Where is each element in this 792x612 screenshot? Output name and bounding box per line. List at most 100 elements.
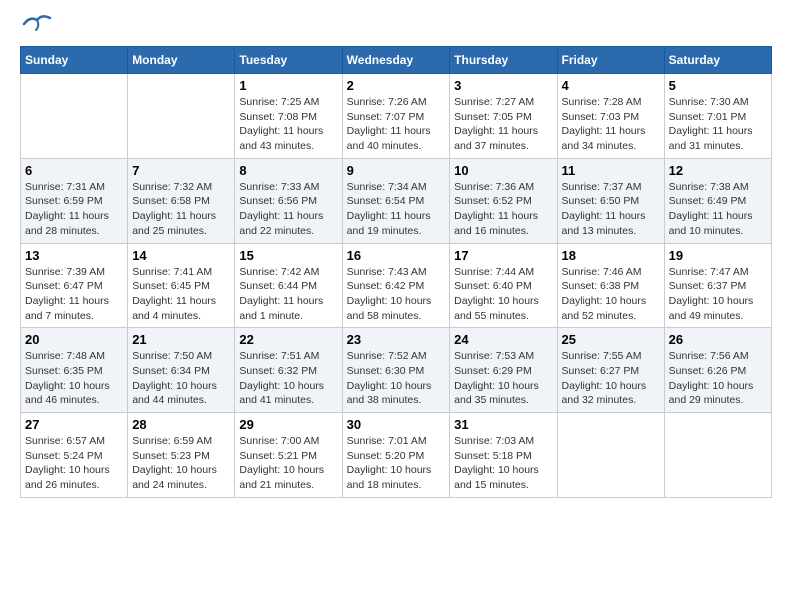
day-info: Sunrise: 7:33 AMSunset: 6:56 PMDaylight:… <box>239 180 337 239</box>
calendar-cell: 13 Sunrise: 7:39 AMSunset: 6:47 PMDayligh… <box>21 243 128 328</box>
weekday-header-friday: Friday <box>557 47 664 74</box>
day-info: Sunrise: 7:28 AMSunset: 7:03 PMDaylight:… <box>562 95 660 154</box>
day-number: 17 <box>454 248 552 263</box>
weekday-header-thursday: Thursday <box>450 47 557 74</box>
weekday-header-tuesday: Tuesday <box>235 47 342 74</box>
calendar-cell: 2Sunrise: 7:26 AMSunset: 7:07 PMDaylight… <box>342 74 450 159</box>
day-number: 21 <box>132 332 230 347</box>
weekday-header-monday: Monday <box>128 47 235 74</box>
day-info: Sunrise: 7:50 AMSunset: 6:34 PMDaylight:… <box>132 349 230 408</box>
day-number: 25 <box>562 332 660 347</box>
day-number: 31 <box>454 417 552 432</box>
calendar-cell: 21 Sunrise: 7:50 AMSunset: 6:34 PMDayligh… <box>128 328 235 413</box>
calendar-cell: 26 Sunrise: 7:56 AMSunset: 6:26 PMDayligh… <box>664 328 771 413</box>
day-number: 20 <box>25 332 123 347</box>
day-info: Sunrise: 7:46 AMSunset: 6:38 PMDaylight:… <box>562 265 660 324</box>
day-info: Sunrise: 7:55 AMSunset: 6:27 PMDaylight:… <box>562 349 660 408</box>
calendar-week-2: 6 Sunrise: 7:31 AMSunset: 6:59 PMDaylight… <box>21 158 772 243</box>
weekday-header-sunday: Sunday <box>21 47 128 74</box>
calendar-week-1: 1Sunrise: 7:25 AMSunset: 7:08 PMDaylight… <box>21 74 772 159</box>
day-number: 23 <box>347 332 446 347</box>
calendar-week-5: 27 Sunrise: 6:57 AMSunset: 5:24 PMDayligh… <box>21 413 772 498</box>
day-info: Sunrise: 6:57 AMSunset: 5:24 PMDaylight:… <box>25 434 123 493</box>
logo <box>20 20 52 36</box>
calendar-cell <box>21 74 128 159</box>
day-info: Sunrise: 7:38 AMSunset: 6:49 PMDaylight:… <box>669 180 767 239</box>
calendar-cell: 7 Sunrise: 7:32 AMSunset: 6:58 PMDaylight… <box>128 158 235 243</box>
day-info: Sunrise: 7:34 AMSunset: 6:54 PMDaylight:… <box>347 180 446 239</box>
day-number: 10 <box>454 163 552 178</box>
day-number: 6 <box>25 163 123 178</box>
day-info: Sunrise: 7:25 AMSunset: 7:08 PMDaylight:… <box>239 95 337 154</box>
calendar-cell: 30 Sunrise: 7:01 AMSunset: 5:20 PMDayligh… <box>342 413 450 498</box>
day-info: Sunrise: 7:30 AMSunset: 7:01 PMDaylight:… <box>669 95 767 154</box>
calendar-cell <box>557 413 664 498</box>
day-info: Sunrise: 7:39 AMSunset: 6:47 PMDaylight:… <box>25 265 123 324</box>
page-header <box>20 20 772 36</box>
day-number: 8 <box>239 163 337 178</box>
day-number: 7 <box>132 163 230 178</box>
calendar-cell: 28 Sunrise: 6:59 AMSunset: 5:23 PMDayligh… <box>128 413 235 498</box>
day-number: 22 <box>239 332 337 347</box>
calendar-cell: 16 Sunrise: 7:43 AMSunset: 6:42 PMDayligh… <box>342 243 450 328</box>
calendar-cell: 12 Sunrise: 7:38 AMSunset: 6:49 PMDayligh… <box>664 158 771 243</box>
day-info: Sunrise: 6:59 AMSunset: 5:23 PMDaylight:… <box>132 434 230 493</box>
day-info: Sunrise: 7:00 AMSunset: 5:21 PMDaylight:… <box>239 434 337 493</box>
calendar-cell: 24 Sunrise: 7:53 AMSunset: 6:29 PMDayligh… <box>450 328 557 413</box>
calendar-cell: 17 Sunrise: 7:44 AMSunset: 6:40 PMDayligh… <box>450 243 557 328</box>
day-info: Sunrise: 7:01 AMSunset: 5:20 PMDaylight:… <box>347 434 446 493</box>
calendar-cell: 18Sunrise: 7:46 AMSunset: 6:38 PMDayligh… <box>557 243 664 328</box>
calendar-cell: 19Sunrise: 7:47 AMSunset: 6:37 PMDayligh… <box>664 243 771 328</box>
day-info: Sunrise: 7:56 AMSunset: 6:26 PMDaylight:… <box>669 349 767 408</box>
weekday-header-wednesday: Wednesday <box>342 47 450 74</box>
weekday-header-saturday: Saturday <box>664 47 771 74</box>
day-info: Sunrise: 7:43 AMSunset: 6:42 PMDaylight:… <box>347 265 446 324</box>
calendar-cell: 3 Sunrise: 7:27 AMSunset: 7:05 PMDaylight… <box>450 74 557 159</box>
day-info: Sunrise: 7:44 AMSunset: 6:40 PMDaylight:… <box>454 265 552 324</box>
calendar-cell: 6 Sunrise: 7:31 AMSunset: 6:59 PMDaylight… <box>21 158 128 243</box>
calendar-cell: 1Sunrise: 7:25 AMSunset: 7:08 PMDaylight… <box>235 74 342 159</box>
calendar-cell: 29 Sunrise: 7:00 AMSunset: 5:21 PMDayligh… <box>235 413 342 498</box>
day-number: 4 <box>562 78 660 93</box>
day-info: Sunrise: 7:31 AMSunset: 6:59 PMDaylight:… <box>25 180 123 239</box>
day-number: 15 <box>239 248 337 263</box>
day-info: Sunrise: 7:41 AMSunset: 6:45 PMDaylight:… <box>132 265 230 324</box>
day-number: 16 <box>347 248 446 263</box>
day-number: 12 <box>669 163 767 178</box>
day-number: 5 <box>669 78 767 93</box>
calendar-week-3: 13 Sunrise: 7:39 AMSunset: 6:47 PMDayligh… <box>21 243 772 328</box>
day-number: 29 <box>239 417 337 432</box>
day-info: Sunrise: 7:27 AMSunset: 7:05 PMDaylight:… <box>454 95 552 154</box>
calendar-header-row: SundayMondayTuesdayWednesdayThursdayFrid… <box>21 47 772 74</box>
calendar-cell: 27 Sunrise: 6:57 AMSunset: 5:24 PMDayligh… <box>21 413 128 498</box>
calendar-cell: 8 Sunrise: 7:33 AMSunset: 6:56 PMDaylight… <box>235 158 342 243</box>
day-info: Sunrise: 7:52 AMSunset: 6:30 PMDaylight:… <box>347 349 446 408</box>
day-info: Sunrise: 7:53 AMSunset: 6:29 PMDaylight:… <box>454 349 552 408</box>
calendar-cell: 5 Sunrise: 7:30 AMSunset: 7:01 PMDaylight… <box>664 74 771 159</box>
day-info: Sunrise: 7:51 AMSunset: 6:32 PMDaylight:… <box>239 349 337 408</box>
day-number: 28 <box>132 417 230 432</box>
day-info: Sunrise: 7:48 AMSunset: 6:35 PMDaylight:… <box>25 349 123 408</box>
day-number: 3 <box>454 78 552 93</box>
day-number: 11 <box>562 163 660 178</box>
day-number: 27 <box>25 417 123 432</box>
day-number: 24 <box>454 332 552 347</box>
calendar-cell: 9Sunrise: 7:34 AMSunset: 6:54 PMDaylight… <box>342 158 450 243</box>
day-info: Sunrise: 7:32 AMSunset: 6:58 PMDaylight:… <box>132 180 230 239</box>
day-number: 13 <box>25 248 123 263</box>
calendar-cell <box>128 74 235 159</box>
calendar-cell: 14Sunrise: 7:41 AMSunset: 6:45 PMDayligh… <box>128 243 235 328</box>
day-number: 30 <box>347 417 446 432</box>
day-info: Sunrise: 7:47 AMSunset: 6:37 PMDaylight:… <box>669 265 767 324</box>
calendar-week-4: 20 Sunrise: 7:48 AMSunset: 6:35 PMDayligh… <box>21 328 772 413</box>
day-number: 26 <box>669 332 767 347</box>
calendar-cell: 4 Sunrise: 7:28 AMSunset: 7:03 PMDaylight… <box>557 74 664 159</box>
calendar-cell: 22 Sunrise: 7:51 AMSunset: 6:32 PMDayligh… <box>235 328 342 413</box>
day-info: Sunrise: 7:36 AMSunset: 6:52 PMDaylight:… <box>454 180 552 239</box>
calendar-cell: 10 Sunrise: 7:36 AMSunset: 6:52 PMDayligh… <box>450 158 557 243</box>
calendar-cell: 25 Sunrise: 7:55 AMSunset: 6:27 PMDayligh… <box>557 328 664 413</box>
logo-bird-icon <box>22 12 52 36</box>
calendar-cell: 31Sunrise: 7:03 AMSunset: 5:18 PMDayligh… <box>450 413 557 498</box>
day-info: Sunrise: 7:26 AMSunset: 7:07 PMDaylight:… <box>347 95 446 154</box>
day-info: Sunrise: 7:42 AMSunset: 6:44 PMDaylight:… <box>239 265 337 324</box>
